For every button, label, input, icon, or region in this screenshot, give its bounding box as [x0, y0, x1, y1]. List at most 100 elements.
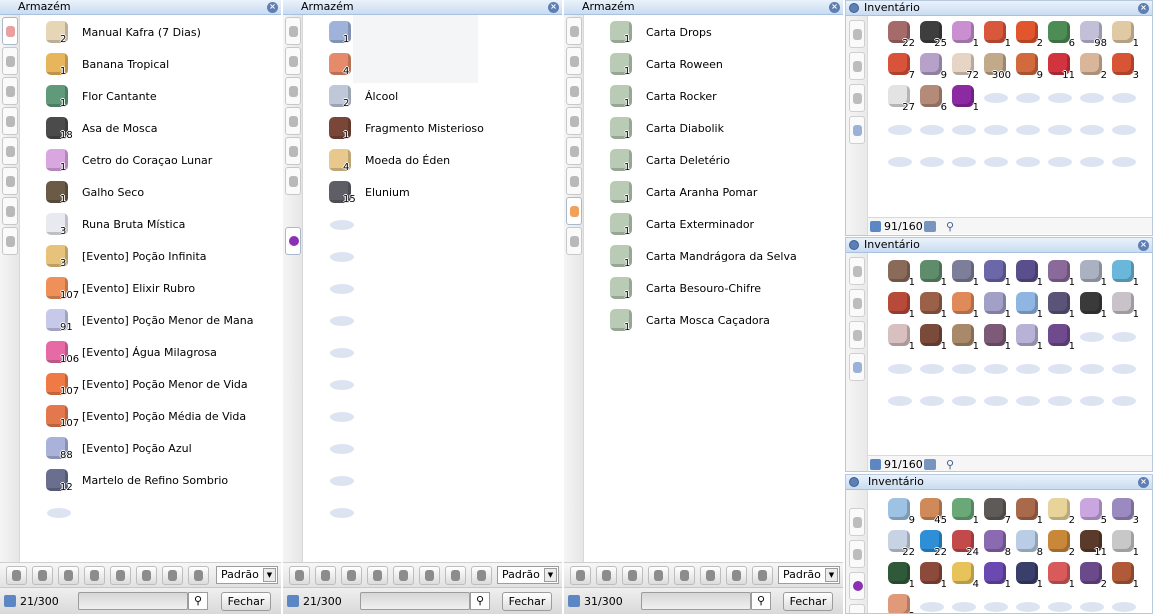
inventory-item[interactable]: 1	[980, 257, 1012, 289]
empty-slot[interactable]	[980, 82, 1012, 114]
inventory-item[interactable]: 72	[948, 50, 980, 82]
inventory-item[interactable]: 7	[884, 50, 916, 82]
filter-orb-button[interactable]	[752, 566, 773, 585]
inventory-item[interactable]: 24	[948, 527, 980, 559]
sort-select[interactable]: Padrão ▼	[778, 566, 840, 584]
inventory-item[interactable]: 3	[1108, 495, 1140, 527]
inventory-item[interactable]: 1	[916, 257, 948, 289]
close-icon[interactable]: ×	[829, 2, 840, 13]
tab-card[interactable]	[566, 197, 582, 225]
empty-slot[interactable]	[884, 353, 916, 385]
list-item[interactable]: 12 Martelo de Refino Sombrio	[20, 466, 281, 498]
storage-title-bar[interactable]: Armazém ×	[564, 0, 843, 15]
list-item[interactable]: 1 Galho Seco	[20, 178, 281, 210]
list-item[interactable]: 1 Carta Aranha Pomar	[584, 178, 843, 210]
empty-slot[interactable]	[980, 114, 1012, 146]
tab-etc[interactable]	[849, 84, 865, 112]
close-icon[interactable]: ×	[267, 2, 278, 13]
empty-slot[interactable]	[1044, 385, 1076, 417]
tab-etc[interactable]	[285, 227, 301, 255]
tab-armor[interactable]	[2, 77, 18, 105]
filter-ring-button[interactable]	[596, 566, 617, 585]
inventory-item[interactable]: 1	[916, 321, 948, 353]
inventory-item[interactable]: 1	[1012, 559, 1044, 591]
list-item[interactable]: 1 Carta Deletério	[584, 146, 843, 178]
inventory-item[interactable]: 1	[948, 18, 980, 50]
inventory-item[interactable]: 11	[1076, 527, 1108, 559]
inventory-title-bar[interactable]: Inventário ×	[846, 1, 1152, 16]
search-button[interactable]: ⚲	[751, 592, 771, 610]
list-item[interactable]: 1 Carta Mandrágora da Selva	[584, 242, 843, 274]
empty-slot[interactable]	[1076, 114, 1108, 146]
filter-potion-button[interactable]	[289, 566, 310, 585]
filter-paw-button[interactable]	[674, 566, 695, 585]
inventory-item[interactable]: 5	[1076, 495, 1108, 527]
list-item[interactable]: 91 [Evento] Poção Menor de Mana	[20, 306, 281, 338]
inventory-item[interactable]: 22	[884, 527, 916, 559]
close-button[interactable]: Fechar	[502, 592, 552, 611]
inventory-item[interactable]: 3	[1108, 50, 1140, 82]
inventory-item[interactable]: 2	[884, 591, 916, 613]
list-item[interactable]: 18 Asa de Mosca	[20, 114, 281, 146]
inventory-item[interactable]: 1	[916, 289, 948, 321]
close-button[interactable]: Fechar	[221, 592, 271, 611]
inventory-item[interactable]: 1	[1012, 289, 1044, 321]
tab-usable[interactable]	[849, 508, 865, 536]
search-button[interactable]: ⚲	[470, 592, 490, 610]
inventory-item[interactable]: 1	[948, 289, 980, 321]
empty-slot[interactable]	[303, 498, 562, 530]
list-item[interactable]: 2 Manual Kafra (7 Dias)	[20, 18, 281, 50]
empty-slot[interactable]	[1108, 591, 1140, 613]
list-item[interactable]: 1 Carta Besouro-Chifre	[584, 274, 843, 306]
filter-armor-button[interactable]	[58, 566, 79, 585]
empty-slot[interactable]	[303, 434, 562, 466]
empty-slot[interactable]	[1108, 353, 1140, 385]
empty-slot[interactable]	[303, 466, 562, 498]
search-icon[interactable]: ⚲	[946, 458, 954, 471]
inventory-item[interactable]: 1	[1012, 257, 1044, 289]
inventory-item[interactable]: 1	[1044, 559, 1076, 591]
empty-slot[interactable]	[303, 370, 562, 402]
empty-slot[interactable]	[1076, 353, 1108, 385]
empty-slot[interactable]	[1076, 385, 1108, 417]
close-button[interactable]: Fechar	[783, 592, 833, 611]
tab-misc[interactable]	[566, 47, 582, 75]
empty-slot[interactable]	[20, 498, 281, 530]
list-item[interactable]: 1 Carta Roween	[584, 50, 843, 82]
inventory-title-bar[interactable]: Inventário ×	[846, 238, 1152, 253]
inventory-item[interactable]: 98	[1076, 18, 1108, 50]
filter-wand-button[interactable]	[136, 566, 157, 585]
inventory-item[interactable]: 1	[1076, 289, 1108, 321]
empty-slot[interactable]	[1012, 353, 1044, 385]
inventory-item[interactable]: 25	[916, 18, 948, 50]
empty-slot[interactable]	[1012, 82, 1044, 114]
inventory-item[interactable]: 1	[1012, 495, 1044, 527]
list-item[interactable]: 1	[303, 18, 562, 50]
empty-slot[interactable]	[948, 353, 980, 385]
tab-weapon[interactable]	[285, 107, 301, 135]
filter-armor-button[interactable]	[341, 566, 362, 585]
tab-etc[interactable]	[2, 227, 18, 255]
empty-slot[interactable]	[980, 591, 1012, 613]
tab-card[interactable]	[2, 197, 18, 225]
tab-usable[interactable]	[566, 17, 582, 45]
empty-slot[interactable]	[1012, 114, 1044, 146]
empty-slot[interactable]	[1012, 591, 1044, 613]
list-item[interactable]: 1 Carta Drops	[584, 18, 843, 50]
inventory-item[interactable]: 1	[1108, 18, 1140, 50]
inventory-item[interactable]: 1	[1044, 257, 1076, 289]
list-item[interactable]: 4	[303, 50, 562, 82]
bag-icon[interactable]	[924, 221, 936, 232]
inventory-item[interactable]: 4	[948, 559, 980, 591]
tab-pet[interactable]	[285, 137, 301, 165]
list-item[interactable]: 88 [Evento] Poção Azul	[20, 434, 281, 466]
tab-armor[interactable]	[566, 77, 582, 105]
filter-paw-button[interactable]	[110, 566, 131, 585]
tab-ammo[interactable]	[2, 167, 18, 195]
tab-weapon[interactable]	[566, 107, 582, 135]
inventory-item[interactable]: 1	[1012, 321, 1044, 353]
inventory-item[interactable]: 8	[980, 527, 1012, 559]
list-item[interactable]: 107 [Evento] Poção Média de Vida	[20, 402, 281, 434]
list-item[interactable]: 1 Banana Tropical	[20, 50, 281, 82]
inventory-item[interactable]: 1	[916, 559, 948, 591]
